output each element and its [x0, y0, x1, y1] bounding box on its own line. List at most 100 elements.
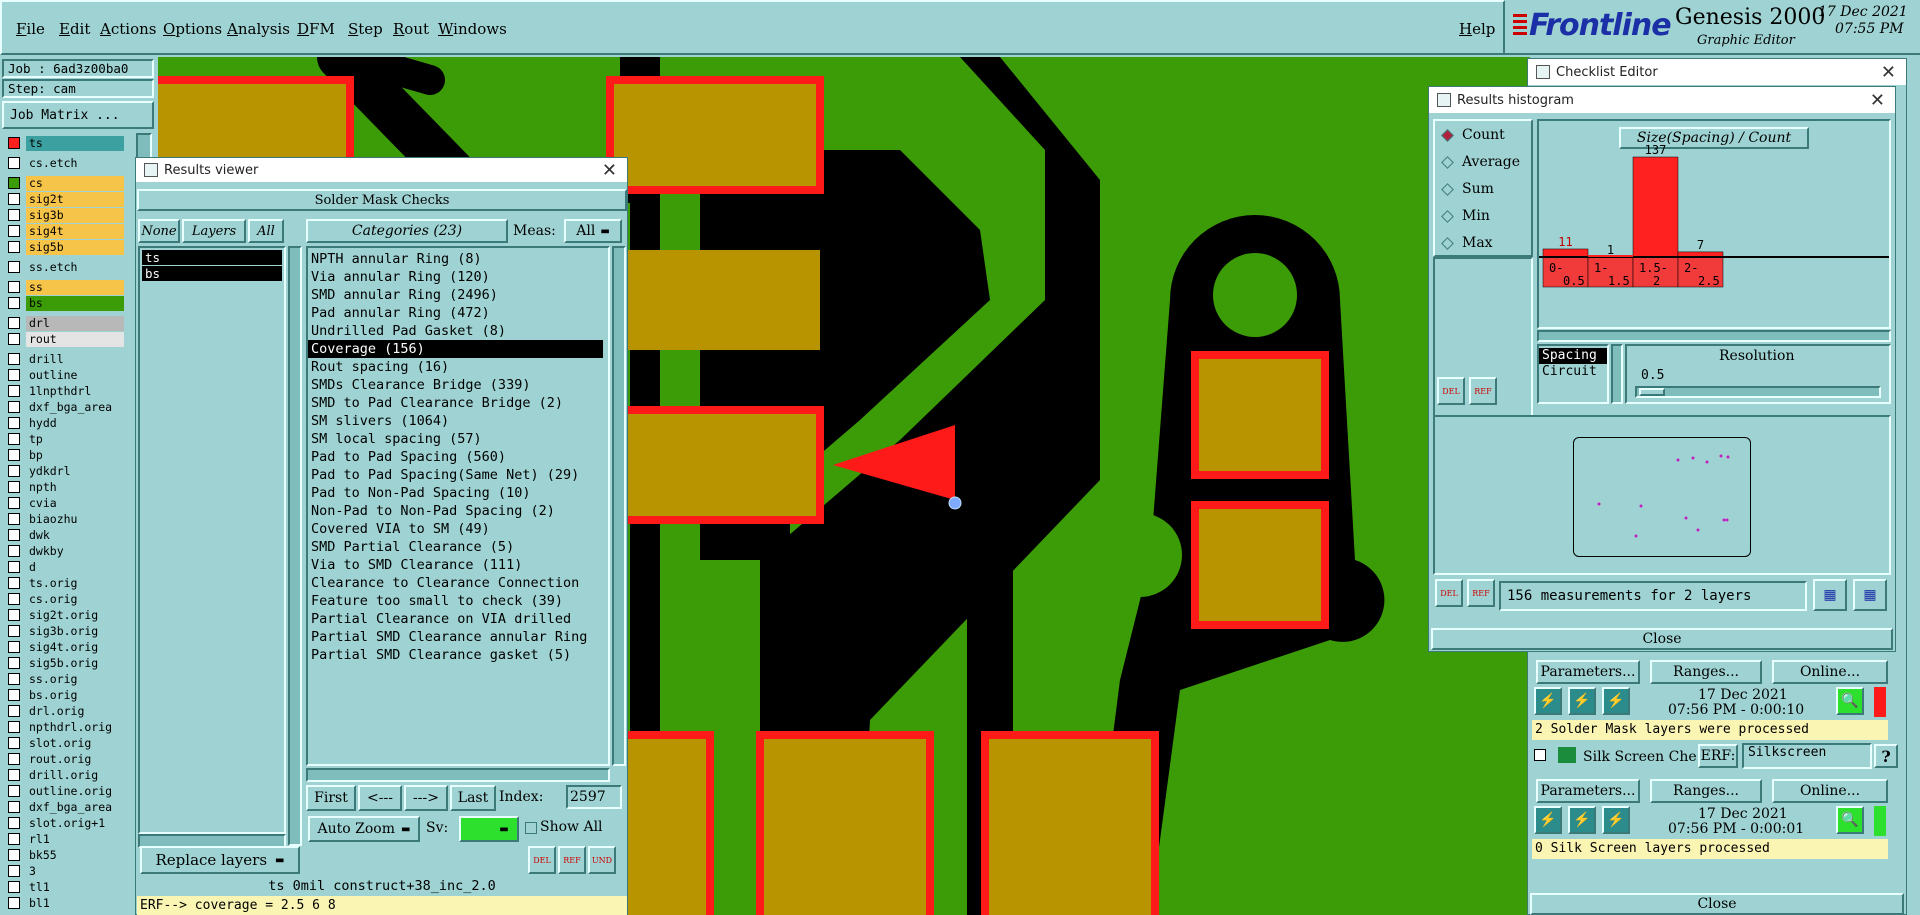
sv-color-dropdown[interactable]: ▬: [459, 816, 519, 842]
layer-checkbox[interactable]: [8, 673, 20, 685]
auto-zoom-dropdown[interactable]: Auto Zoom ▬: [308, 816, 420, 842]
layer-row[interactable]: ss: [2, 279, 124, 295]
layer-checkbox[interactable]: [8, 801, 20, 813]
layer-row[interactable]: 1lnpthdrl: [2, 383, 124, 399]
layer-checkbox[interactable]: [8, 193, 20, 205]
layer-checkbox[interactable]: [8, 353, 20, 365]
next-button[interactable]: --->: [404, 785, 448, 811]
layer-checkbox[interactable]: [8, 849, 20, 861]
category-item[interactable]: Partial Clearance on VIA drilled: [308, 610, 608, 628]
layer-checkbox[interactable]: [8, 417, 20, 429]
category-item[interactable]: SM local spacing (57): [308, 430, 608, 448]
run-action-button[interactable]: ⚡: [1602, 806, 1630, 834]
category-item[interactable]: Via annular Ring (120): [308, 268, 608, 286]
option-min[interactable]: Min: [1441, 208, 1490, 224]
category-item[interactable]: Covered VIA to SM (49): [308, 520, 608, 538]
option-sum[interactable]: Sum: [1441, 181, 1494, 197]
run-action-button[interactable]: ⚡: [1602, 687, 1630, 715]
layer-checkbox[interactable]: [8, 225, 20, 237]
category-item[interactable]: Rout spacing (16): [308, 358, 608, 376]
layers-button[interactable]: Layers: [182, 219, 246, 243]
layer-row[interactable]: npthdrl.orig: [2, 719, 124, 735]
layer-checkbox[interactable]: [8, 785, 20, 797]
refresh-button[interactable]: REF: [558, 846, 586, 874]
radio-diamond-icon[interactable]: [1441, 182, 1454, 196]
layer-row[interactable]: sig3b.orig: [2, 623, 124, 639]
none-button[interactable]: None: [138, 219, 180, 243]
menu-step[interactable]: Step: [348, 20, 383, 38]
layer-checkbox[interactable]: [8, 689, 20, 701]
layer-checkbox[interactable]: [8, 497, 20, 509]
category-item[interactable]: Partial SMD Clearance gasket (5): [308, 646, 608, 664]
export-button[interactable]: ▦: [1813, 579, 1847, 611]
close-icon[interactable]: ✕: [1870, 90, 1885, 111]
refresh-button[interactable]: REF: [1467, 579, 1495, 607]
layer-results-item[interactable]: ts: [142, 250, 282, 265]
layer-checkbox[interactable]: [8, 897, 20, 909]
help-button[interactable]: ?: [1874, 744, 1898, 768]
layer-row[interactable]: cvia: [2, 495, 124, 511]
category-item[interactable]: SM slivers (1064): [308, 412, 608, 430]
option-count[interactable]: Count: [1441, 127, 1505, 143]
silk-check-checkbox[interactable]: [1534, 749, 1546, 761]
layer-row[interactable]: slot.orig+1: [2, 815, 124, 831]
layer-row[interactable]: dwkby: [2, 543, 124, 559]
layer-row[interactable]: 3: [2, 863, 124, 879]
layer-checkbox[interactable]: [8, 721, 20, 733]
layer-row[interactable]: hydd: [2, 415, 124, 431]
layer-row[interactable]: bs: [2, 295, 124, 311]
layer-checkbox[interactable]: [8, 865, 20, 877]
layer-row[interactable]: biaozhu: [2, 511, 124, 527]
online-button[interactable]: Online...: [1772, 779, 1888, 803]
layer-row[interactable]: drl: [2, 315, 124, 331]
meas-dropdown[interactable]: All ▬: [564, 219, 622, 243]
layer-results-item[interactable]: bs: [142, 266, 282, 281]
layer-row[interactable]: sig4t: [2, 223, 124, 239]
last-button[interactable]: Last: [450, 785, 496, 811]
job-matrix-button[interactable]: Job Matrix ...: [2, 101, 154, 129]
layer-checkbox[interactable]: [8, 513, 20, 525]
ranges-button[interactable]: Ranges...: [1650, 779, 1762, 803]
category-item[interactable]: Pad annular Ring (472): [308, 304, 608, 322]
category-item[interactable]: SMD to Pad Clearance Bridge (2): [308, 394, 608, 412]
menu-dfm[interactable]: DFM: [297, 20, 335, 38]
categories-hscroll[interactable]: [306, 768, 610, 782]
results-viewer-titlebar[interactable]: Results viewer ✕: [136, 158, 627, 182]
layer-row[interactable]: bl1: [2, 895, 124, 911]
histogram-close-button[interactable]: Close: [1431, 628, 1893, 650]
category-item[interactable]: Pad to Pad Spacing (560): [308, 448, 608, 466]
menu-windows[interactable]: Windows: [438, 20, 507, 38]
layer-checkbox[interactable]: [8, 261, 20, 273]
all-button[interactable]: All: [248, 219, 284, 243]
radio-diamond-icon[interactable]: [1441, 128, 1454, 142]
run-action-button[interactable]: ⚡: [1568, 687, 1596, 715]
spacing-list[interactable]: Spacing Circuit: [1537, 344, 1609, 404]
circuit-item[interactable]: Circuit: [1539, 364, 1607, 380]
layer-row[interactable]: sig2t.orig: [2, 607, 124, 623]
prev-button[interactable]: <---: [358, 785, 402, 811]
zoom-button[interactable]: 🔍: [1836, 687, 1864, 715]
layer-checkbox[interactable]: [8, 833, 20, 845]
layer-row[interactable]: rl1: [2, 831, 124, 847]
show-all-checkbox[interactable]: [525, 822, 537, 834]
layer-checkbox[interactable]: [8, 817, 20, 829]
radio-diamond-icon[interactable]: [1441, 155, 1454, 169]
layer-row[interactable]: sig5b.orig: [2, 655, 124, 671]
layer-checkbox[interactable]: [8, 657, 20, 669]
menu-options[interactable]: Options: [163, 20, 222, 38]
resolution-slider[interactable]: [1635, 386, 1881, 398]
layer-row[interactable]: tp: [2, 431, 124, 447]
menu-file[interactable]: File: [16, 20, 45, 38]
layer-checkbox[interactable]: [8, 881, 20, 893]
layer-checkbox[interactable]: [8, 577, 20, 589]
layer-results-vscroll[interactable]: [288, 246, 302, 846]
layer-row[interactable]: dxf_bga_area: [2, 399, 124, 415]
category-item[interactable]: Feature too small to check (39): [308, 592, 608, 610]
layer-checkbox[interactable]: [8, 625, 20, 637]
parameters-button[interactable]: Parameters...: [1536, 779, 1640, 803]
layer-checkbox[interactable]: [8, 317, 20, 329]
layer-row[interactable]: cs: [2, 175, 124, 191]
layer-checkbox[interactable]: [8, 593, 20, 605]
category-item[interactable]: Coverage (156): [308, 340, 603, 358]
radio-diamond-icon[interactable]: [1441, 236, 1454, 250]
